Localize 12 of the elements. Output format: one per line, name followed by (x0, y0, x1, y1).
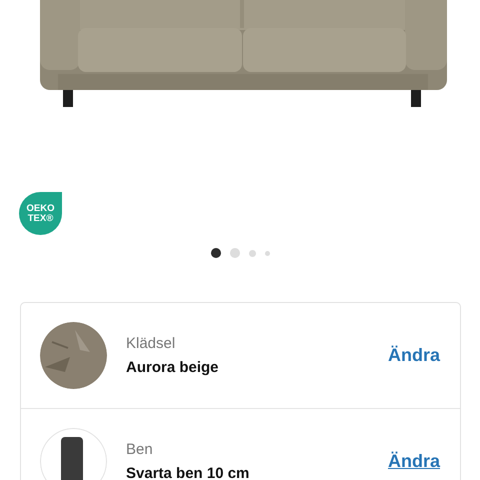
option-value: Svarta ben 10 cm (126, 465, 250, 480)
option-label: Klädsel (126, 335, 176, 352)
carousel-dot[interactable] (248, 250, 256, 256)
change-link[interactable]: Ändra (388, 345, 440, 366)
carousel-dot[interactable] (264, 250, 270, 256)
option-value: Aurora beige (126, 359, 220, 376)
oeko-tex-badge: OEKO TEX® (19, 192, 62, 235)
fabric-swatch-icon (40, 322, 107, 389)
carousel-dot[interactable] (210, 248, 220, 258)
carousel-dot[interactable] (230, 248, 240, 258)
option-label: Ben (126, 441, 154, 458)
change-link[interactable]: Ändra (388, 451, 440, 472)
